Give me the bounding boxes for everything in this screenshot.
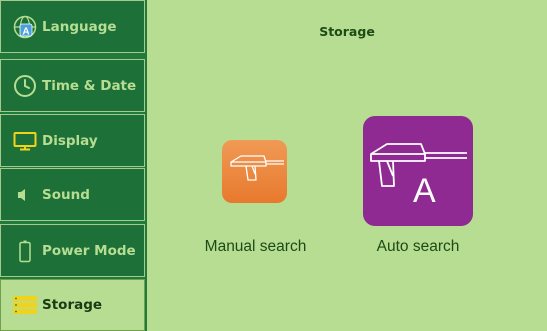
sidebar-item-label: Power Mode xyxy=(42,242,136,259)
auto-search-label: Auto search xyxy=(376,238,460,255)
auto-search-button[interactable]: A xyxy=(363,116,473,226)
auto-letter: A xyxy=(413,172,436,210)
sidebar-item-time-date[interactable]: Time & Date xyxy=(0,59,145,112)
clock-icon xyxy=(12,73,38,99)
sidebar-item-label: Storage xyxy=(42,297,103,313)
speaker-icon xyxy=(12,182,38,208)
sidebar-item-sound[interactable]: Sound xyxy=(0,168,145,221)
monitor-icon xyxy=(12,128,38,154)
sidebar-item-label: Display xyxy=(42,132,98,149)
storage-screen: A Language Time & Date Display Sound Pow… xyxy=(0,0,547,331)
sidebar-item-label: Time & Date xyxy=(42,77,137,94)
manual-search-button[interactable] xyxy=(222,140,287,203)
sidebar-item-display[interactable]: Display xyxy=(0,114,145,167)
svg-text:A: A xyxy=(22,26,29,37)
page-title: Storage xyxy=(319,24,375,39)
storage-icon xyxy=(12,292,38,318)
battery-icon xyxy=(12,238,38,264)
sidebar-item-storage[interactable]: Storage xyxy=(0,279,145,331)
sidebar: A Language Time & Date Display Sound Pow… xyxy=(0,0,147,331)
sidebar-item-label: Sound xyxy=(42,186,90,203)
sidebar-item-power-mode[interactable]: Power Mode xyxy=(0,224,145,277)
sidebar-item-label: Language xyxy=(42,18,117,35)
sidebar-item-language[interactable]: A Language xyxy=(0,0,145,53)
manual-search-label: Manual search xyxy=(204,238,307,255)
language-icon: A xyxy=(12,14,38,40)
